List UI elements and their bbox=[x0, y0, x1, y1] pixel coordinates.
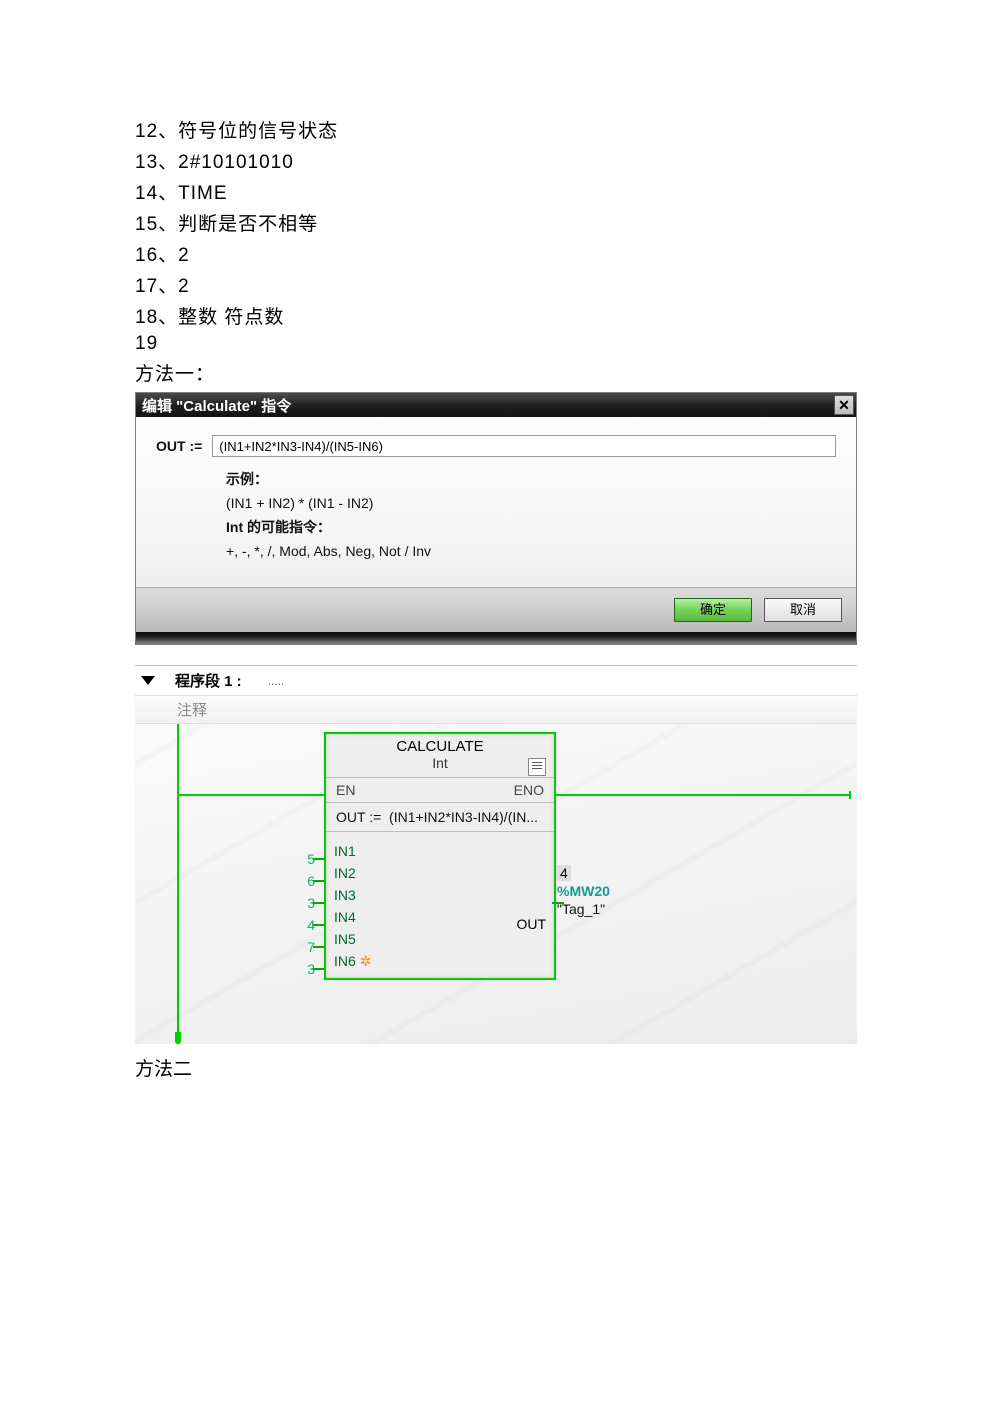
close-icon[interactable]: ✕ bbox=[834, 395, 854, 415]
in1-const: 5 bbox=[275, 851, 315, 867]
wire-out bbox=[552, 794, 849, 796]
in2-const: 6 bbox=[275, 873, 315, 889]
pin-in5: IN5 bbox=[334, 928, 372, 950]
block-name: CALCULATE bbox=[332, 738, 548, 755]
power-rail-left bbox=[177, 724, 179, 1044]
ok-button[interactable]: 确定 bbox=[674, 598, 752, 622]
network-title: 程序段 1 : bbox=[175, 670, 242, 691]
out-mw-address: %MW20 bbox=[557, 883, 610, 899]
answer-item: 15、判断是否不相等 bbox=[135, 209, 857, 236]
possible-ops-label: Int 的可能指令： bbox=[226, 515, 836, 539]
network-1: 程序段 1 : ..... 注释 5 6 3 4 7 3 CAL bbox=[135, 665, 857, 1044]
cancel-button[interactable]: 取消 bbox=[764, 598, 842, 622]
pin-out: OUT bbox=[516, 916, 546, 932]
pin-in4: IN4 bbox=[334, 906, 372, 928]
out-tag: "Tag_1" bbox=[557, 901, 605, 917]
pin-in2: IN2 bbox=[334, 862, 372, 884]
answer-item: 13、2#10101010 bbox=[135, 147, 857, 174]
possible-ops: +, -, *, /, Mod, Abs, Neg, Not / Inv bbox=[226, 539, 836, 563]
out-result-value: 4 bbox=[557, 865, 571, 881]
out-expression-input[interactable] bbox=[212, 435, 836, 457]
in4-const: 4 bbox=[275, 917, 315, 933]
example-expression: (IN1 + IN2) * (IN1 - IN2) bbox=[226, 491, 836, 515]
answer-item: 19 bbox=[135, 333, 857, 355]
calculate-block[interactable]: CALCULATE Int EN ENO OUT := (IN1+IN2*IN3… bbox=[324, 732, 556, 980]
method-1-label: 方法一： bbox=[135, 359, 857, 386]
calculate-dialog: 编辑 "Calculate" 指令 ✕ OUT := 示例： (IN1 + IN… bbox=[135, 392, 857, 645]
answer-item: 16、2 bbox=[135, 240, 857, 267]
ladder-canvas[interactable]: 5 6 3 4 7 3 CALCULATE Int EN ENO bbox=[135, 724, 857, 1044]
in5-const: 7 bbox=[275, 939, 315, 955]
details-icon[interactable] bbox=[528, 758, 546, 776]
chevron-down-icon[interactable] bbox=[141, 676, 155, 685]
input-pins: IN1 IN2 IN3 IN4 IN5 IN6✲ bbox=[334, 840, 372, 972]
in3-const: 3 bbox=[275, 895, 315, 911]
answer-item: 18、整数 符点数 bbox=[135, 302, 857, 329]
en-label: EN bbox=[336, 782, 355, 798]
eno-label: ENO bbox=[514, 782, 544, 798]
pin-in1: IN1 bbox=[334, 840, 372, 862]
dialog-title: 编辑 "Calculate" 指令 bbox=[142, 395, 834, 416]
network-dots: ..... bbox=[268, 674, 285, 688]
block-type: Int bbox=[332, 755, 548, 771]
dialog-hints: 示例： (IN1 + IN2) * (IN1 - IN2) Int 的可能指令：… bbox=[156, 467, 836, 563]
pin-in3: IN3 bbox=[334, 884, 372, 906]
block-expr: (IN1+IN2*IN3-IN4)/(IN... bbox=[389, 809, 538, 825]
add-pin-icon[interactable]: ✲ bbox=[360, 953, 372, 970]
answer-item: 12、符号位的信号状态 bbox=[135, 116, 857, 143]
answer-item: 14、TIME bbox=[135, 178, 857, 205]
block-expr-label: OUT := bbox=[336, 809, 381, 825]
dialog-shadow bbox=[136, 632, 856, 644]
example-label: 示例： bbox=[226, 467, 836, 491]
answer-item: 17、2 bbox=[135, 271, 857, 298]
in6-const: 3 bbox=[275, 961, 315, 977]
out-address: 4 %MW20 "Tag_1" bbox=[557, 864, 610, 918]
method-2-label: 方法二 bbox=[135, 1054, 857, 1081]
wire-in bbox=[179, 794, 324, 796]
dialog-titlebar: 编辑 "Calculate" 指令 ✕ bbox=[136, 393, 856, 417]
network-comment[interactable]: 注释 bbox=[135, 695, 857, 724]
out-label: OUT := bbox=[156, 438, 202, 454]
pin-in6: IN6 bbox=[334, 953, 356, 969]
answers-list: 12、符号位的信号状态 13、2#10101010 14、TIME 15、判断是… bbox=[135, 116, 857, 386]
